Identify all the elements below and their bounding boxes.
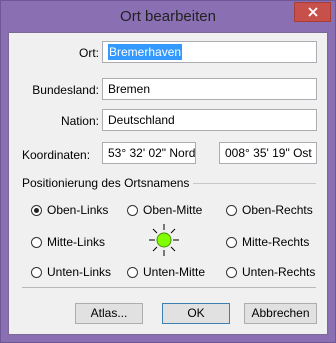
ort-input[interactable]: Bremerhaven bbox=[102, 41, 317, 63]
ort-value: Bremerhaven bbox=[108, 44, 183, 60]
radio-oben-mitte[interactable]: Oben-Mitte bbox=[127, 203, 202, 217]
radio-icon bbox=[31, 266, 42, 278]
radio-selected-icon bbox=[31, 204, 42, 216]
positioning-group-title: Positionierung des Ortsnamens bbox=[22, 176, 194, 190]
dialog-client-area: Ort: Bremerhaven Bundesland: Bremen Nati… bbox=[8, 32, 328, 335]
radio-oben-rechts[interactable]: Oben-Rechts bbox=[226, 203, 313, 217]
radio-icon bbox=[226, 266, 237, 278]
radio-icon bbox=[226, 204, 237, 216]
title-bar[interactable]: Ort bearbeiten bbox=[1, 1, 335, 33]
radio-icon bbox=[127, 266, 138, 278]
radio-icon bbox=[127, 204, 138, 216]
bundesland-label: Bundesland: bbox=[32, 83, 99, 97]
window-title: Ort bearbeiten bbox=[120, 8, 216, 25]
radio-unten-mitte[interactable]: Unten-Mitte bbox=[127, 265, 205, 279]
dialog-window: Ort bearbeiten Ort: Bremerhaven Bundesla… bbox=[0, 0, 336, 343]
radio-icon bbox=[31, 236, 42, 248]
bundesland-input[interactable]: Bremen bbox=[102, 78, 317, 100]
location-marker-preview-icon bbox=[149, 224, 179, 256]
radio-oben-links[interactable]: Oben-Links bbox=[31, 203, 108, 217]
atlas-button[interactable]: Atlas... bbox=[75, 303, 143, 324]
ort-label: Ort: bbox=[79, 46, 99, 60]
nation-input[interactable]: Deutschland bbox=[102, 109, 317, 131]
cancel-button[interactable]: Abbrechen bbox=[244, 303, 317, 324]
radio-icon bbox=[226, 236, 237, 248]
longitude-input[interactable]: 008° 35' 19" Ost bbox=[219, 142, 317, 164]
radio-unten-rechts[interactable]: Unten-Rechts bbox=[226, 265, 315, 279]
ok-button[interactable]: OK bbox=[162, 303, 230, 324]
radio-unten-links[interactable]: Unten-Links bbox=[31, 265, 111, 279]
close-button[interactable] bbox=[294, 2, 331, 22]
button-separator bbox=[22, 287, 316, 288]
koordinaten-label: Koordinaten: bbox=[22, 148, 91, 162]
close-icon bbox=[308, 7, 318, 17]
latitude-input[interactable]: 53° 32' 02" Nord bbox=[102, 142, 196, 164]
radio-mitte-rechts[interactable]: Mitte-Rechts bbox=[226, 235, 309, 249]
radio-mitte-links[interactable]: Mitte-Links bbox=[31, 235, 105, 249]
nation-label: Nation: bbox=[60, 114, 99, 128]
